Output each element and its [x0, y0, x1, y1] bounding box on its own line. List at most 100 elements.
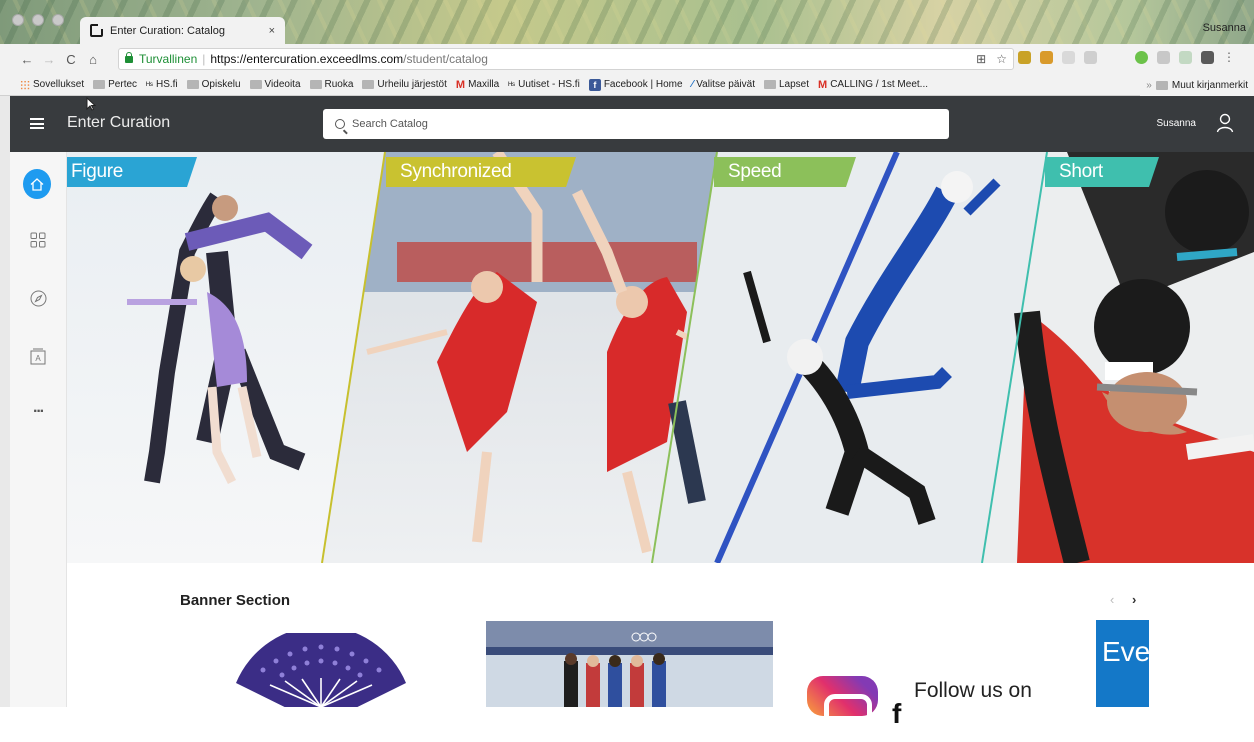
speed-skating-label[interactable]: Speed Skating: [714, 157, 856, 187]
bookmark-label: CALLING / 1st Meet...: [830, 79, 928, 90]
secure-label: Turvallinen: [139, 52, 198, 66]
user-name[interactable]: Susanna: [1157, 118, 1196, 129]
bookmark-star-icon[interactable]: ☆: [996, 52, 1007, 66]
translate-icon[interactable]: ⊞: [976, 52, 986, 66]
folder-icon: [309, 80, 322, 89]
browser-profile-button[interactable]: Susanna: [1203, 22, 1246, 34]
bookmark-lapset[interactable]: Lapset: [763, 79, 810, 90]
hero-banner: Figure Skating Synchronized Skating Spee…: [67, 152, 1254, 563]
carousel-prev-button[interactable]: ‹: [1110, 592, 1114, 607]
bookmark-sovellukset[interactable]: Sovellukset: [20, 79, 84, 90]
bookmark-facebook[interactable]: f Facebook | Home: [588, 78, 683, 91]
hamburger-menu-icon[interactable]: [30, 118, 44, 129]
zoom-window-button[interactable]: [52, 14, 64, 26]
extension-lightbulb-icon[interactable]: [1018, 51, 1031, 64]
reload-icon[interactable]: C: [60, 52, 82, 67]
mouse-cursor-icon: [86, 97, 96, 111]
chrome-menu-icon[interactable]: ⋮: [1223, 51, 1236, 64]
bookmark-label: Sovellukset: [33, 79, 85, 90]
back-arrow-icon[interactable]: ←: [16, 52, 38, 67]
gmail-icon: M: [818, 78, 828, 91]
tab-close-button[interactable]: ×: [269, 25, 275, 37]
compass-icon: [30, 290, 46, 306]
carousel-next-button[interactable]: ›: [1132, 592, 1136, 607]
short-track-label[interactable]: Short Track: [1045, 157, 1159, 187]
home-icon: [23, 169, 51, 199]
certificate-icon: A: [30, 348, 46, 364]
bookmark-uutiset[interactable]: ᴴˢ Uutiset - HS.fi: [508, 79, 580, 90]
bookmark-videoita[interactable]: Videoita: [249, 79, 301, 90]
bookmark-urheilu[interactable]: Urheilu järjestöt: [362, 79, 447, 90]
hs-icon: ᴴˢ: [146, 79, 153, 90]
folder-icon: [362, 80, 375, 89]
synchronized-skating-panel[interactable]: [322, 152, 719, 563]
extension-grey-icon[interactable]: [1062, 51, 1075, 64]
bookmark-label: Lapset: [778, 79, 810, 90]
bookmark-maxilla[interactable]: M Maxilla: [456, 79, 499, 91]
rail-transcript[interactable]: A: [24, 342, 52, 370]
grid-icon: [30, 232, 46, 248]
bookmark-label: Facebook | Home: [603, 79, 683, 90]
app-brand[interactable]: Enter Curation: [67, 114, 170, 132]
enter-curation-favicon-icon: [90, 24, 103, 37]
bookmark-pertec[interactable]: Pertec: [93, 79, 137, 90]
svg-text:A: A: [35, 354, 41, 363]
speed-skating-panel[interactable]: [652, 152, 1047, 563]
extension-sheet-icon[interactable]: [1179, 51, 1192, 64]
bookmark-label: Ruoka: [324, 79, 354, 90]
apps-icon: [20, 79, 30, 90]
browser-toolbar: ← → C ⌂ Turvallinen | https://entercurat…: [0, 44, 1254, 74]
bookmark-label: Urheilu järjestöt: [377, 79, 447, 90]
folder-icon: [186, 80, 199, 89]
bookmark-hs[interactable]: ᴴˢ HS.fi: [146, 79, 178, 90]
synchronized-skating-label[interactable]: Synchronized Skating: [386, 157, 576, 187]
extension-mail-icon[interactable]: [1157, 51, 1170, 64]
event-banner-text: Eve: [1102, 636, 1149, 667]
hs-icon: ᴴˢ: [508, 79, 516, 90]
follow-us-text: Follow us on: [914, 679, 1032, 702]
facebook-icon: f: [588, 78, 601, 91]
url-host: https://entercuration.exceedlms.com: [210, 52, 404, 66]
bookmarks-overflow[interactable]: » Muut kirjanmerkit: [1140, 74, 1254, 96]
extension-cast-icon[interactable]: [1084, 51, 1097, 64]
close-window-button[interactable]: [12, 14, 24, 26]
figure-skating-label[interactable]: Figure Skating: [67, 157, 197, 187]
bookmarks-more-chevron[interactable]: »: [1146, 80, 1152, 91]
left-nav-rail: A ···: [10, 152, 67, 707]
fan-logo: [236, 633, 406, 707]
bookmark-label: Uutiset - HS.fi: [518, 79, 580, 90]
user-profile-icon[interactable]: [1216, 113, 1234, 133]
search-icon: [335, 119, 345, 129]
extension-orange-icon[interactable]: [1040, 51, 1053, 64]
rail-explore[interactable]: [24, 284, 52, 312]
rail-more[interactable]: ···: [24, 398, 52, 426]
address-bar[interactable]: Turvallinen | https://entercuration.exce…: [118, 48, 1014, 70]
folder-icon: [249, 80, 262, 89]
instagram-icon[interactable]: [807, 676, 878, 742]
forward-arrow-icon[interactable]: →: [38, 52, 60, 67]
rail-home[interactable]: [23, 169, 51, 199]
extension-dark-icon[interactable]: [1201, 51, 1214, 64]
bookmark-opiskelu[interactable]: Opiskelu: [186, 79, 241, 90]
home-button-icon[interactable]: ⌂: [82, 52, 104, 67]
bookmark-valitse[interactable]: ⁄ Valitse päivät: [692, 79, 755, 90]
browser-tab[interactable]: Enter Curation: Catalog ×: [80, 17, 285, 44]
lock-icon: [125, 51, 133, 63]
catalog-search-input[interactable]: Search Catalog: [323, 109, 949, 139]
rail-catalog[interactable]: [24, 226, 52, 254]
other-bookmarks[interactable]: Muut kirjanmerkit: [1172, 80, 1248, 91]
bookmark-ruoka[interactable]: Ruoka: [309, 79, 354, 90]
fan-banner-tile[interactable]: [230, 633, 412, 707]
hero-artwork: [67, 152, 1254, 563]
event-banner-tile[interactable]: Eve: [1096, 620, 1149, 707]
folder-icon: [1155, 80, 1168, 90]
bookmark-calling[interactable]: M CALLING / 1st Meet...: [818, 79, 928, 91]
tab-title: Enter Curation: Catalog: [110, 24, 225, 37]
extension-green-icon[interactable]: [1135, 51, 1148, 64]
banner-section-title: Banner Section: [180, 592, 291, 609]
url-path: /student/catalog: [403, 52, 488, 66]
minimize-window-button[interactable]: [32, 14, 44, 26]
olympic-rink-photo-tile[interactable]: [486, 621, 773, 707]
folder-icon: [93, 80, 106, 89]
doodle-icon: ⁄: [691, 79, 694, 90]
